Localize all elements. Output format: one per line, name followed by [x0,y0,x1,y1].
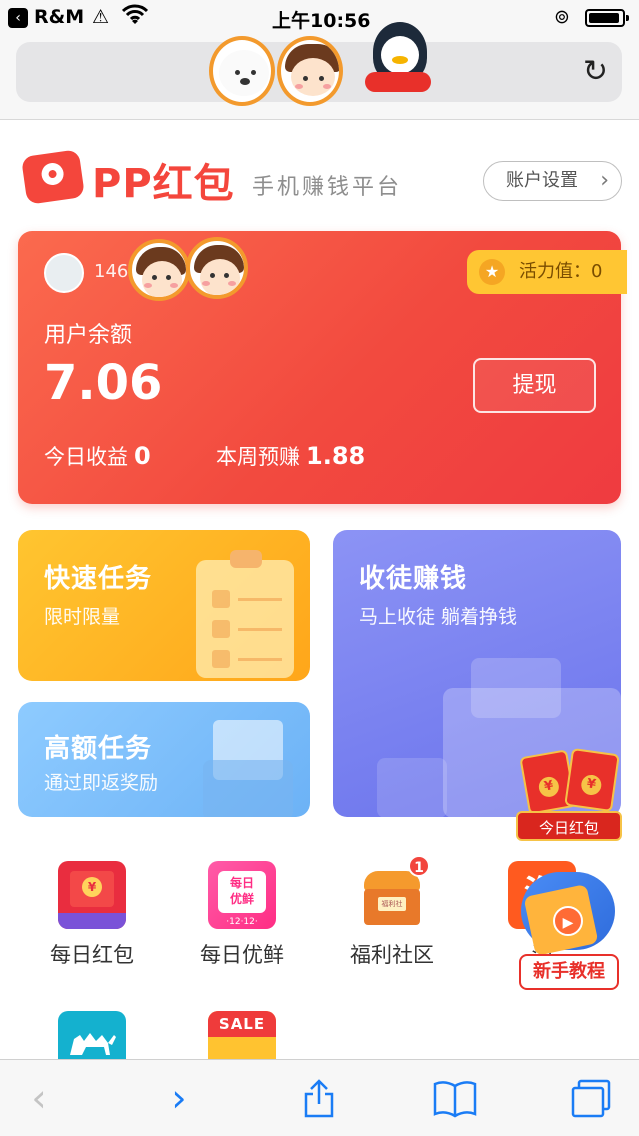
avatar[interactable] [44,253,84,293]
browser-toolbar: ‹ › [0,1059,639,1136]
recruit-subtitle: 马上收徒 躺着挣钱 [359,606,518,628]
tutorial-label: 新手教程 [519,954,619,990]
grid-item-label: 每日优鲜 [200,943,284,967]
boy-sticker [128,239,190,301]
today-earnings: 今日收益 0 [44,441,151,471]
grid-item-daily-redpacket[interactable]: ¥ 每日红包 [22,861,162,969]
brand-logo-icon [20,149,86,205]
chevron-right-icon[interactable]: › [154,1078,204,1122]
balance-card: 146 ★ 活力值：0 用户余额 7.06 提现 今日收益 0 本周预赚 1.88 [18,231,627,504]
high-task-tile[interactable]: 高额任务 通过即返奖励 [18,702,310,817]
account-settings-label: 账户设置 [506,170,578,191]
week-estimate-value: 1.88 [306,442,366,470]
fast-task-subtitle: 限时限量 [44,606,121,628]
notification-badge: 1 [408,855,430,877]
reload-icon[interactable]: ↻ [583,56,608,88]
status-bar: ‹ R&M ⚠ 上午10:56 ⊚ [0,0,639,36]
battery-icon [585,9,629,27]
clipboard-icon [196,550,294,678]
chevron-left-icon[interactable]: ‹ [14,1078,64,1122]
girl-sticker-2 [186,237,248,299]
redpacket-icon: ¥ [58,861,126,929]
tutorial-float[interactable]: ▶ 新手教程 [513,860,625,992]
back-to-app-icon[interactable]: ‹ [8,8,28,28]
grid-item-daily-fresh[interactable]: 每日 优鲜 ·12·12· 每日优鲜 [172,861,312,969]
vitality-label: 活力值：0 [519,261,603,282]
play-icon: ▶ [553,906,583,936]
user-id: 146 [94,261,129,282]
vitality-badge[interactable]: ★ 活力值：0 [467,250,627,294]
grid-item-welfare[interactable]: 福利社 1 福利社区 [322,855,462,969]
grid-item-label: 每日红包 [50,943,134,967]
week-estimate: 本周预赚 1.88 [216,441,365,471]
book-icon[interactable] [430,1078,480,1122]
withdraw-button[interactable]: 提现 [473,358,596,413]
recruit-title: 收徒赚钱 [359,564,468,594]
brand-slogan: 手机赚钱平台 [252,175,403,200]
brand-name: PP红包 [92,161,235,207]
high-task-title: 高额任务 [44,734,153,764]
grid-item-label: 福利社区 [350,943,434,967]
share-icon[interactable] [294,1078,344,1122]
account-settings-button[interactable]: 账户设置 › [483,161,622,201]
wifi-icon [121,4,149,33]
today-earnings-label: 今日收益 [44,445,128,469]
page-header: PP红包 手机赚钱平台 账户设置 › [0,121,639,231]
balance-value: 7.06 [44,355,163,411]
treasure-chest-icon: 福利社 1 [358,855,430,929]
girl-sticker [277,36,343,106]
folder-icon [203,720,293,817]
tabs-icon[interactable] [566,1078,616,1122]
today-earnings-value: 0 [134,442,151,470]
fast-task-title: 快速任务 [44,564,153,594]
star-icon: ★ [479,259,505,285]
week-estimate-label: 本周预赚 [216,445,300,469]
alert-icon: ⚠ [92,6,110,28]
carrier-name: R&M [34,6,85,28]
rotation-lock-icon: ⊚ [554,6,570,28]
daily-redpacket-float[interactable]: ¥ ¥ 今日红包 [514,747,624,843]
browser-address-area: ↻ [0,22,639,120]
high-task-subtitle: 通过即返奖励 [44,772,159,794]
penguin-sticker [365,22,431,98]
balance-label: 用户余额 [44,323,133,348]
clock: 上午10:56 [272,10,371,32]
daily-fresh-icon: 每日 优鲜 ·12·12· [208,861,276,929]
bear-sticker [209,36,275,106]
daily-redpacket-label: 今日红包 [516,811,622,841]
fast-task-tile[interactable]: 快速任务 限时限量 [18,530,310,681]
chevron-right-icon: › [600,168,609,193]
